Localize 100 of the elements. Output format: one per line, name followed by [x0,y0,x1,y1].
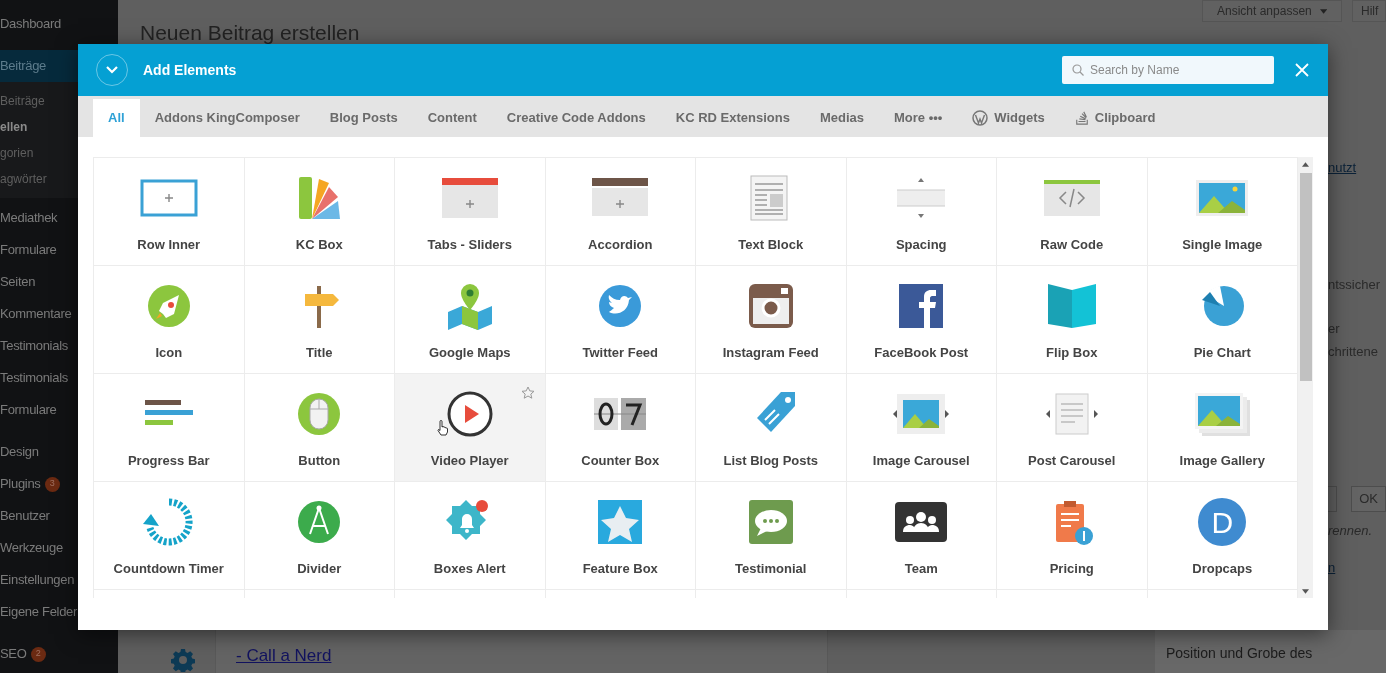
category-tab[interactable]: Addons KingComposer [139,99,315,137]
element-label: Title [306,344,333,362]
category-tab[interactable]: Content [412,99,492,137]
element-tile[interactable]: Raw Code [997,158,1148,266]
call-link[interactable]: - Call a Nerd [236,646,332,665]
element-label: Spacing [895,236,947,254]
element-tile[interactable]: Accordion [545,158,696,266]
element-tile[interactable]: Post Carousel [997,374,1148,482]
element-label: Pie Chart [1193,344,1251,362]
element-label: List Blog Posts [723,452,819,470]
element-tile[interactable]: KC Box [244,158,395,266]
element-tile[interactable]: Tabs - Sliders [395,158,546,266]
header-button[interactable]: Ansicht anpassen [1202,0,1342,22]
element-tile[interactable]: D Dropcaps [1147,482,1298,590]
element-tile[interactable]: Instagram Feed [696,266,847,374]
element-tile[interactable]: Icon [94,266,245,374]
element-tile[interactable]: Divider [244,482,395,590]
category-tab[interactable]: Blog Posts [314,99,413,137]
element-tile[interactable]: Button [244,374,395,482]
element-label: Testimonial [735,560,807,578]
element-tile[interactable]: FaceBook Post [846,266,997,374]
element-tile[interactable]: Spacing [846,158,997,266]
dialog-title: Add Elements [143,60,237,80]
element-tile[interactable]: List Blog Posts [696,374,847,482]
element-label: Raw Code [1040,236,1104,254]
element-tile[interactable]: Feature Box [545,482,696,590]
ok-button[interactable]: OK [1351,486,1386,512]
element-tile[interactable]: Pie Chart [1147,266,1298,374]
scrollbar[interactable] [1298,157,1313,598]
link[interactable]: nutzt [1328,160,1357,176]
element-tile[interactable]: Testimonial [696,482,847,590]
element-label: Image Gallery [1179,452,1265,470]
gear-icon[interactable] [170,648,195,672]
element-tile[interactable]: Flip Box [997,266,1148,374]
element-label: KC Box [295,236,343,254]
close-button[interactable] [1294,62,1310,78]
category-tab[interactable]: KC RD Extensions [660,99,805,137]
element-tile[interactable]: Pricing [997,482,1148,590]
element-label: Single Image [1182,236,1263,254]
element-label: Twitter Feed [582,344,659,362]
close-icon [1295,63,1309,77]
element-label: Flip Box [1046,344,1098,362]
category-tab[interactable]: All [93,99,140,137]
element-label: Progress Bar [127,452,210,470]
element-label: Tabs - Sliders [427,236,512,254]
element-label: Dropcaps [1192,560,1253,578]
panel-title: Position und Grobe des [1166,644,1314,663]
element-label: Boxes Alert [433,560,506,578]
element-label: Pricing [1049,560,1094,578]
element-tile[interactable]: Row Inner [94,158,245,266]
wordpress-icon [972,110,989,126]
element-label: Feature Box [582,560,658,578]
element-tile[interactable]: Text Block [696,158,847,266]
scroll-up-icon[interactable] [1302,162,1309,167]
dropcap-icon: D [1198,498,1247,546]
element-label: Team [904,560,938,578]
category-tab[interactable]: Clipboard [1059,99,1171,137]
element-tile[interactable]: Twitter Feed [545,266,696,374]
element-tile[interactable]: Title [244,266,395,374]
element-label: Instagram Feed [722,344,819,362]
search-field[interactable]: Search by Name [1062,56,1274,84]
element-tile[interactable]: Boxes Alert [395,482,546,590]
element-tile[interactable]: Team [846,482,997,590]
element-label: Countdown Timer [113,560,224,578]
sidebar-item[interactable]: Dashboard [0,8,118,40]
sidebar-item[interactable]: SEO 2 [0,638,118,670]
count-badge: 2 [30,646,46,662]
page-title: Neuen Beitrag erstellen [140,22,360,43]
element-label: FaceBook Post [874,344,969,362]
element-label: Counter Box [581,452,660,470]
chevron-down-icon [106,66,118,74]
scroll-down-icon[interactable] [1302,589,1309,594]
element-label: Icon [155,344,183,362]
stack-icon [1074,110,1089,126]
element-tile[interactable]: Video Player [395,374,546,482]
image-stack-icon [1192,390,1253,438]
search-icon [1072,64,1084,76]
category-tab[interactable]: More ••• [878,99,958,137]
category-tab[interactable]: Medias [804,99,879,137]
element-label: Post Carousel [1028,452,1116,470]
element-label: Button [298,452,341,470]
element-label: Divider [297,560,342,578]
element-label: Accordion [588,236,653,254]
element-label: Row Inner [137,236,201,254]
category-tab[interactable]: Creative Code Addons [491,99,661,137]
hand-cursor-icon [437,420,449,436]
star-outline-icon[interactable] [520,386,535,400]
element-tile[interactable]: Single Image [1147,158,1298,266]
element-tile[interactable]: Countdown Timer [94,482,245,590]
element-tile[interactable]: Image Gallery [1147,374,1298,482]
count-badge: 3 [44,476,60,492]
element-tile[interactable]: Google Maps [395,266,546,374]
element-tile[interactable]: Counter Box [545,374,696,482]
element-label: Image Carousel [872,452,970,470]
category-tab[interactable]: Widgets [957,99,1060,137]
element-tile[interactable]: Progress Bar [94,374,245,482]
element-label: Google Maps [428,344,511,362]
scroll-thumb[interactable] [1299,173,1312,381]
element-label: Text Block [738,236,804,254]
element-tile[interactable]: Image Carousel [846,374,997,482]
